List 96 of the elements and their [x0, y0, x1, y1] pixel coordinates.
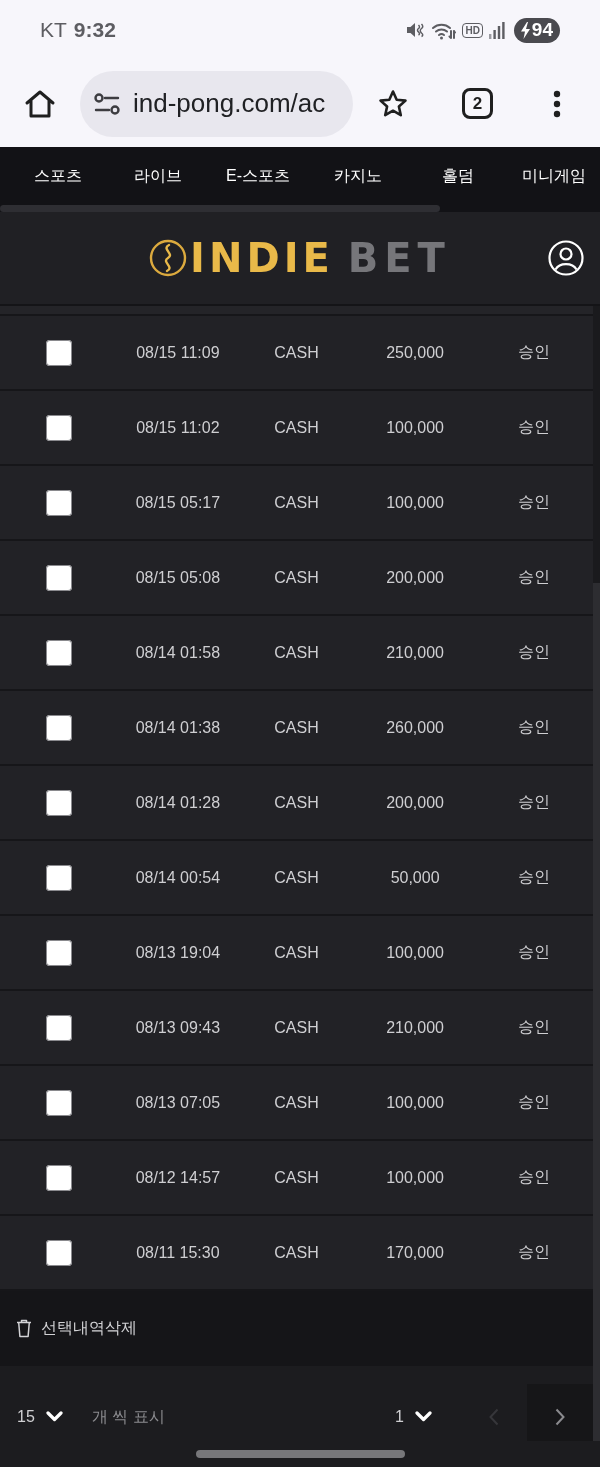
- row-checkbox[interactable]: [46, 864, 73, 891]
- speaker-icon: [406, 21, 426, 39]
- date-cell: 08/15 11:09: [136, 343, 220, 362]
- row-checkbox[interactable]: [46, 489, 73, 516]
- date-cell: 08/14 00:54: [135, 868, 221, 887]
- row-checkbox[interactable]: [46, 414, 73, 441]
- type-cell: CASH: [274, 418, 319, 437]
- amount-cell: 100,000: [386, 418, 444, 437]
- home-icon: [24, 88, 56, 119]
- row-checkbox[interactable]: [46, 639, 73, 666]
- type-cell: CASH: [274, 1168, 319, 1187]
- date-cell: 08/13 09:43: [135, 1018, 221, 1037]
- status-cell-text: 승인: [517, 417, 550, 437]
- hd-badge: HD: [462, 22, 483, 38]
- row-checkbox[interactable]: [46, 339, 73, 366]
- tune-icon: [94, 92, 120, 115]
- amount-cell: 100,000: [386, 943, 444, 962]
- amount-cell: 260,000: [386, 718, 444, 737]
- address-bar[interactable]: ind-pong.com/ac: [80, 70, 353, 137]
- amount-cell: 100,000: [386, 493, 444, 512]
- circle-emblem-icon: [149, 239, 188, 277]
- more-vertical-icon: [553, 89, 561, 118]
- amount-cell: 200,000: [386, 793, 444, 812]
- nav-tab[interactable]: E-스포츠: [208, 147, 308, 205]
- type-cell: CASH: [274, 493, 319, 512]
- amount-cell: 50,000: [390, 868, 440, 887]
- status-cell-text: 승인: [517, 867, 550, 887]
- type-cell: CASH: [274, 793, 319, 812]
- amount-cell: 200,000: [386, 568, 444, 587]
- date-cell: 08/14 01:58: [135, 643, 221, 662]
- chevron-down-icon: [415, 1411, 432, 1422]
- amount-cell: 210,000: [386, 643, 444, 662]
- type-cell: CASH: [274, 343, 319, 362]
- type-cell: CASH: [274, 643, 319, 662]
- chevron-left-icon: [489, 1407, 499, 1426]
- carrier-name: KT: [40, 18, 67, 42]
- date-cell: 08/13 19:04: [135, 943, 221, 962]
- chevron-down-icon: [45, 1411, 63, 1422]
- status-cell-text: 승인: [517, 642, 550, 662]
- status-cell-text: 승인: [517, 1017, 550, 1037]
- type-cell: CASH: [274, 943, 319, 962]
- page-select[interactable]: 1: [395, 1384, 432, 1441]
- row-checkbox[interactable]: [46, 714, 73, 741]
- type-cell: CASH: [274, 1093, 319, 1112]
- status-cell-text: 승인: [517, 567, 550, 587]
- row-checkbox[interactable]: [46, 1014, 73, 1041]
- date-cell: 08/15 11:02: [136, 418, 220, 437]
- row-checkbox[interactable]: [46, 1239, 73, 1266]
- row-checkbox[interactable]: [46, 564, 73, 591]
- status-cell-text: 승인: [517, 342, 550, 362]
- type-cell: CASH: [274, 1243, 319, 1262]
- chevron-right-icon: [555, 1407, 565, 1426]
- date-cell: 08/12 14:57: [135, 1168, 221, 1187]
- amount-cell: 210,000: [386, 1018, 444, 1037]
- trash-icon: [16, 1319, 32, 1338]
- status-cell-text: 승인: [517, 717, 550, 737]
- status-cell-text: 승인: [517, 492, 550, 512]
- status-cell-text: 승인: [517, 1092, 550, 1112]
- date-cell: 08/14 01:28: [135, 793, 221, 812]
- bolt-icon: [519, 21, 531, 39]
- signal-icon: [488, 21, 505, 39]
- tab-switcher-button[interactable]: 2: [462, 88, 493, 119]
- type-cell: CASH: [274, 1018, 319, 1037]
- type-cell: CASH: [274, 868, 319, 887]
- battery-level: 94: [531, 19, 553, 41]
- per-page-label: 개 씩 표시: [91, 1406, 165, 1427]
- per-page-select[interactable]: 15: [17, 1384, 63, 1441]
- row-checkbox[interactable]: [46, 789, 73, 816]
- status-cell-text: 승인: [517, 942, 550, 962]
- date-cell: 08/13 07:05: [135, 1093, 221, 1112]
- date-cell: 08/15 05:17: [135, 493, 221, 512]
- nav-tab[interactable]: 스포츠: [8, 147, 108, 205]
- row-checkbox[interactable]: [46, 1164, 73, 1191]
- delete-selected-button[interactable]: 선택내역삭제: [16, 1318, 137, 1339]
- amount-cell: 100,000: [386, 1168, 444, 1187]
- nav-tab[interactable]: 홀덤: [408, 147, 508, 205]
- amount-cell: 170,000: [386, 1243, 444, 1262]
- clock-time: 9:32: [73, 18, 116, 42]
- status-cell-text: 승인: [517, 1167, 550, 1187]
- logo-wordmark: INDIE BET: [190, 238, 451, 278]
- status-cell-text: 승인: [517, 1242, 550, 1262]
- account-icon[interactable]: [548, 240, 584, 276]
- status-cell-text: 승인: [517, 792, 550, 812]
- nav-tab[interactable]: 라이브: [108, 147, 208, 205]
- date-cell: 08/11 15:30: [136, 1243, 220, 1262]
- date-cell: 08/15 05:08: [135, 568, 221, 587]
- nav-tab[interactable]: 카지노: [308, 147, 408, 205]
- type-cell: CASH: [274, 718, 319, 737]
- amount-cell: 100,000: [386, 1093, 444, 1112]
- type-cell: CASH: [274, 568, 319, 587]
- nav-tab[interactable]: 미니게임: [508, 147, 600, 205]
- amount-cell: 250,000: [386, 343, 444, 362]
- row-checkbox[interactable]: [46, 1089, 73, 1116]
- star-icon: [378, 89, 408, 118]
- date-cell: 08/14 01:38: [135, 718, 221, 737]
- row-checkbox[interactable]: [46, 939, 73, 966]
